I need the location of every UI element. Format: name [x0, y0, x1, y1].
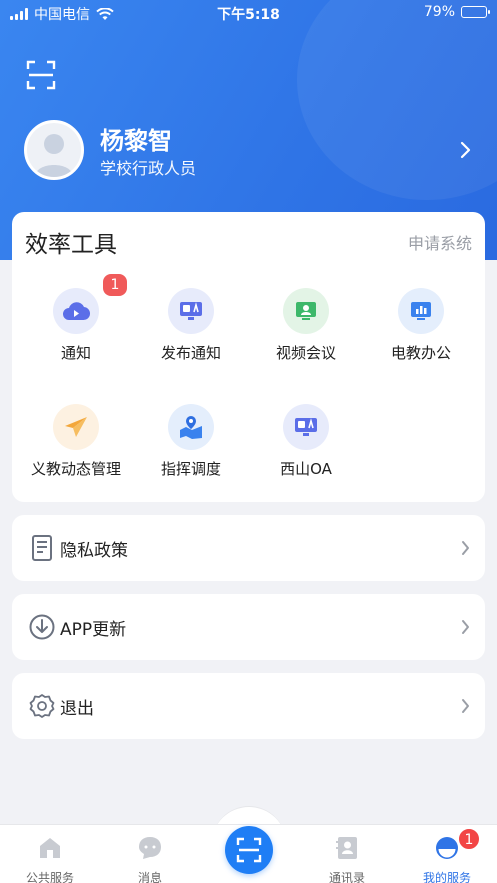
tab-public-service[interactable]: 公共服务 — [0, 825, 100, 883]
chevron-right-icon[interactable] — [459, 141, 471, 159]
avatar[interactable] — [24, 120, 84, 180]
tool-label: 视频会议 — [275, 344, 336, 362]
my-service-icon — [436, 837, 458, 859]
tool-e-office[interactable]: 电教办公 — [361, 288, 481, 363]
notice-badge: 1 — [103, 274, 127, 296]
contacts-icon — [336, 837, 357, 859]
tab-label: 公共服务 — [25, 871, 74, 883]
chevron-right-icon — [462, 620, 469, 634]
tool-command-dispatch[interactable]: 指挥调度 — [131, 404, 251, 479]
chat-bubble-icon — [139, 837, 161, 859]
tools-title: 效率工具 — [25, 232, 117, 258]
oa-monitor-icon — [283, 404, 329, 450]
paper-plane-icon — [53, 404, 99, 450]
tab-label: 通讯录 — [328, 871, 365, 883]
battery-percent: 79% — [423, 4, 455, 20]
tab-my-services[interactable]: 我的服务 — [397, 825, 497, 883]
scan-icon — [236, 837, 262, 863]
tool-publish-notice[interactable]: 发布通知 — [131, 288, 251, 363]
logout-row[interactable]: 退出 — [12, 673, 485, 739]
tool-label: 发布通知 — [160, 344, 221, 362]
app-update-row[interactable]: APP更新 — [12, 594, 485, 660]
tool-notice[interactable]: 通知 — [16, 288, 136, 363]
app-update-label: APP更新 — [60, 620, 127, 640]
tool-label: 西山OA — [280, 460, 332, 478]
video-meeting-icon — [283, 288, 329, 334]
privacy-policy-label: 隐私政策 — [60, 541, 128, 561]
apply-system-link[interactable]: 申请系统 — [408, 230, 472, 254]
tab-contacts[interactable]: 通讯录 — [297, 825, 397, 883]
tool-education-dynamics[interactable]: 义教动态管理 — [16, 404, 136, 479]
scan-icon[interactable] — [26, 60, 56, 90]
user-role: 学校行政人员 — [100, 159, 197, 178]
logout-label: 退出 — [60, 699, 94, 719]
battery-icon — [461, 6, 490, 18]
tool-label: 义教动态管理 — [30, 460, 121, 478]
tab-label: 我的服务 — [422, 871, 471, 883]
home-icon — [40, 838, 60, 858]
tab-label: 消息 — [137, 871, 162, 883]
chevron-right-icon — [462, 699, 469, 713]
tab-messages[interactable]: 消息 — [100, 825, 200, 883]
tool-label: 电教办公 — [390, 344, 451, 362]
map-pin-icon — [168, 404, 214, 450]
document-icon — [32, 535, 52, 561]
tool-video-meeting[interactable]: 视频会议 — [246, 288, 366, 363]
scan-button[interactable] — [225, 826, 273, 874]
gear-icon — [29, 694, 55, 718]
download-icon — [29, 614, 55, 640]
my-services-badge: 1 — [458, 828, 480, 850]
battery-info: 79% — [423, 4, 490, 20]
status-time: 下午5:18 — [217, 7, 280, 23]
chevron-right-icon — [462, 541, 469, 555]
chart-board-icon — [398, 288, 444, 334]
tool-label: 指挥调度 — [160, 460, 221, 478]
efficiency-tools-card: 效率工具 申请系统 通知 1 发布通知 视频会议 电教办公 义教动态管理 指挥调… — [12, 212, 485, 502]
privacy-policy-row[interactable]: 隐私政策 — [12, 515, 485, 581]
tool-xishan-oa[interactable]: 西山OA — [246, 404, 366, 479]
tool-label: 通知 — [60, 344, 91, 362]
oa-monitor-icon — [168, 288, 214, 334]
status-bar: 中国电信 下午5:18 79% — [0, 0, 497, 26]
user-name: 杨黎智 — [100, 127, 172, 155]
cloud-play-icon — [53, 288, 99, 334]
